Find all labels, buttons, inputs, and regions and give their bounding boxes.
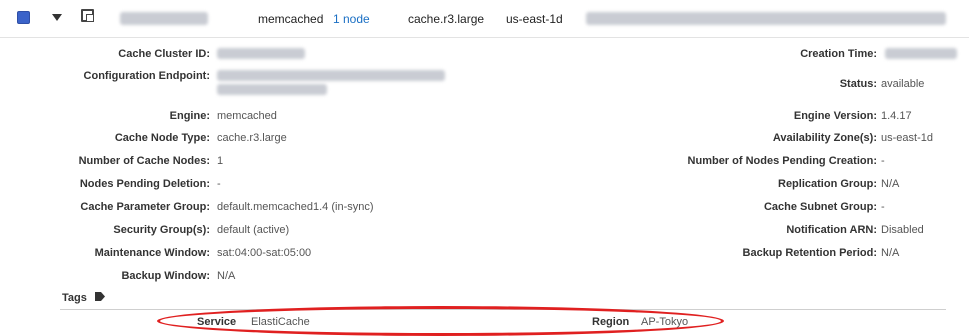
tag-icon — [95, 292, 105, 301]
creation-time-label: Creation Time: — [800, 48, 877, 60]
engine-label: Engine: — [169, 110, 210, 122]
nodes-pending-deletion-value: - — [217, 178, 221, 190]
cache-subnet-group-value: - — [881, 201, 885, 213]
backup-window-value: N/A — [217, 270, 236, 282]
node-type-cell: cache.r3.large — [408, 12, 485, 26]
nodes-pending-creation-value: - — [881, 155, 885, 167]
notification-arn-value: Disabled — [881, 224, 924, 236]
availability-zones-value: us-east-1d — [881, 132, 933, 144]
engine-value: memcached — [217, 110, 277, 122]
status-value: available — [881, 78, 925, 90]
security-groups-label: Security Group(s): — [113, 224, 210, 236]
highlight-ellipse — [157, 306, 724, 336]
num-cache-nodes-value: 1 — [217, 155, 224, 167]
redacted-cluster-id — [120, 12, 208, 25]
nodes-pending-deletion-label: Nodes Pending Deletion: — [79, 178, 210, 190]
security-groups-value: default (active) — [217, 224, 290, 236]
details-icon[interactable] — [81, 9, 94, 22]
redacted-endpoint-value — [217, 70, 445, 81]
engine-cell: memcached — [258, 12, 324, 26]
redacted-cluster-id-value — [217, 48, 305, 59]
tags-heading: Tags — [62, 292, 87, 304]
notification-arn-label: Notification ARN: — [786, 224, 877, 236]
replication-group-label: Replication Group: — [778, 178, 877, 190]
cache-cluster-id-label: Cache Cluster ID: — [118, 48, 210, 60]
replication-group-value: N/A — [881, 178, 900, 190]
engine-version-value: 1.4.17 — [881, 110, 912, 122]
nodes-pending-creation-label: Number of Nodes Pending Creation: — [687, 155, 877, 167]
backup-retention-value: N/A — [881, 247, 900, 259]
availability-zones-label: Availability Zone(s): — [772, 132, 877, 144]
tag-value-region: AP-Tokyo — [641, 316, 689, 328]
zone-cell: us-east-1d — [506, 12, 563, 26]
nodes-link[interactable]: 1 node — [333, 12, 370, 26]
tag-key-service: Service — [197, 316, 237, 328]
cluster-row[interactable]: memcached 1 node cache.r3.large us-east-… — [0, 0, 969, 38]
backup-retention-label: Backup Retention Period: — [742, 247, 877, 259]
cache-node-type-label: Cache Node Type: — [114, 132, 210, 144]
cache-subnet-group-label: Cache Subnet Group: — [763, 201, 877, 213]
cache-param-group-label: Cache Parameter Group: — [80, 201, 210, 213]
backup-window-label: Backup Window: — [121, 270, 210, 282]
tag-value-service: ElastiCache — [251, 316, 310, 328]
num-cache-nodes-label: Number of Cache Nodes: — [78, 155, 210, 167]
cache-node-type-value: cache.r3.large — [217, 132, 287, 144]
maintenance-window-value: sat:04:00-sat:05:00 — [217, 247, 312, 259]
tag-key-region: Region — [592, 316, 630, 328]
status-label: Status: — [839, 78, 877, 90]
redacted-endpoint-value-2 — [217, 84, 327, 95]
row-select-checkbox[interactable] — [17, 11, 30, 24]
redacted-creation-time — [885, 48, 957, 59]
engine-version-label: Engine Version: — [793, 110, 877, 122]
cache-param-group-value: default.memcached1.4 (in-sync) — [217, 201, 374, 213]
chevron-down-icon[interactable] — [52, 14, 62, 21]
redacted-endpoint — [586, 12, 946, 25]
maintenance-window-label: Maintenance Window: — [94, 247, 210, 259]
config-endpoint-label: Configuration Endpoint: — [83, 70, 210, 82]
